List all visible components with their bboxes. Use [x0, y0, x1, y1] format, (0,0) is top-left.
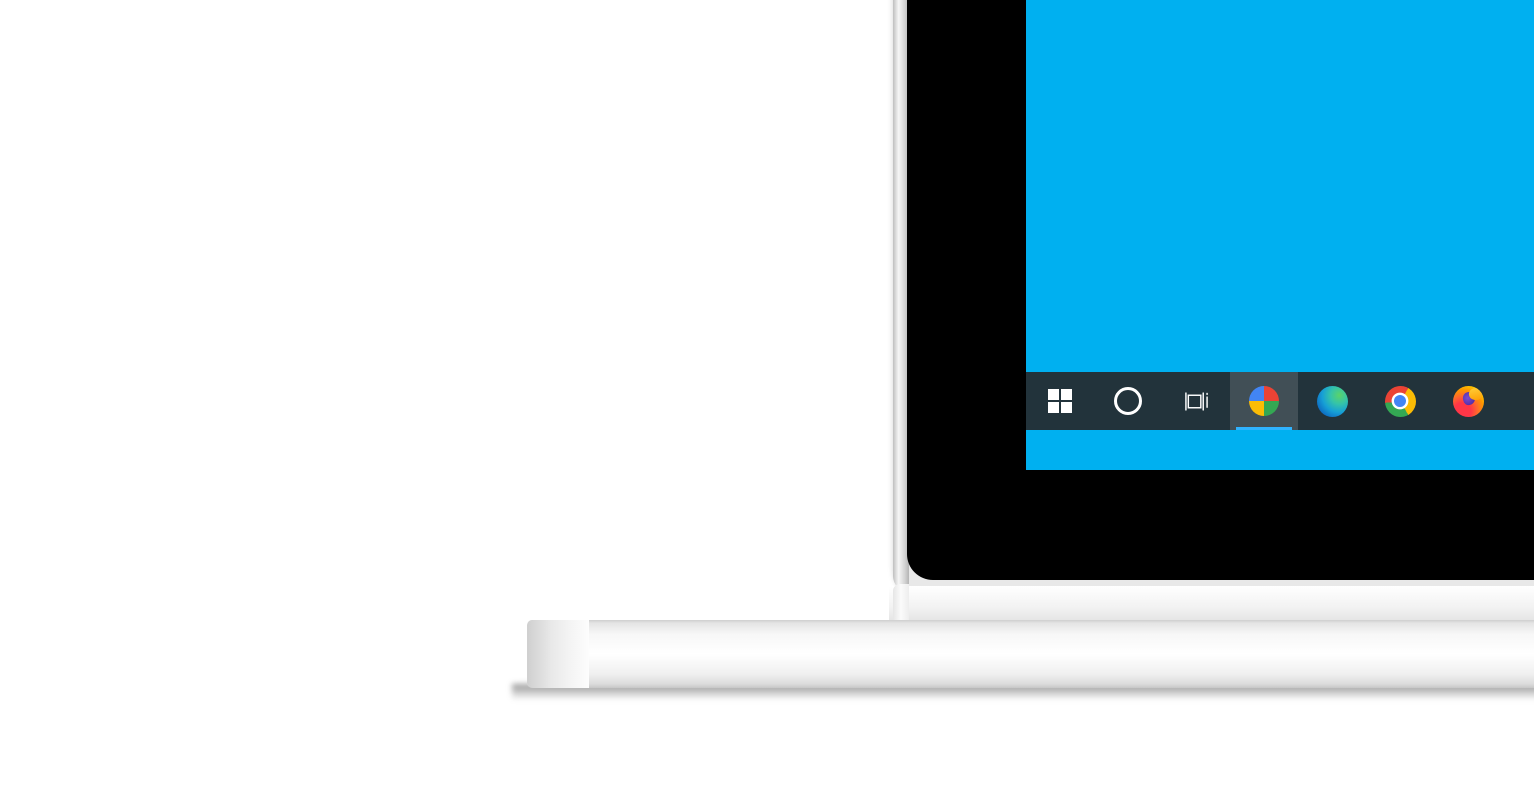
taskbar-firefox-button[interactable]: [1434, 372, 1502, 430]
taskbar: [1026, 372, 1534, 430]
taskbar-chrome-button[interactable]: [1366, 372, 1434, 430]
app-pie-icon: [1249, 386, 1279, 416]
scene: Tasks Feel blue Feel red: [0, 0, 1534, 805]
taskbar-task-view-button[interactable]: [1162, 372, 1230, 430]
cortana-ring-icon: [1114, 387, 1142, 415]
laptop-base-left-cap: [527, 620, 589, 688]
laptop-base: [527, 620, 1534, 688]
firefox-icon: [1452, 385, 1484, 417]
chrome-icon: [1384, 385, 1416, 417]
taskbar-edge-button[interactable]: [1298, 372, 1366, 430]
task-view-icon: [1183, 389, 1210, 414]
taskbar-app-shortcuts-button[interactable]: [1230, 372, 1298, 430]
edge-icon: [1316, 385, 1348, 417]
taskbar-cortana-button[interactable]: [1094, 372, 1162, 430]
taskbar-start-button[interactable]: [1026, 372, 1094, 430]
laptop-display: Tasks Feel blue Feel red: [1026, 0, 1534, 470]
windows-logo-icon: [1048, 389, 1072, 413]
